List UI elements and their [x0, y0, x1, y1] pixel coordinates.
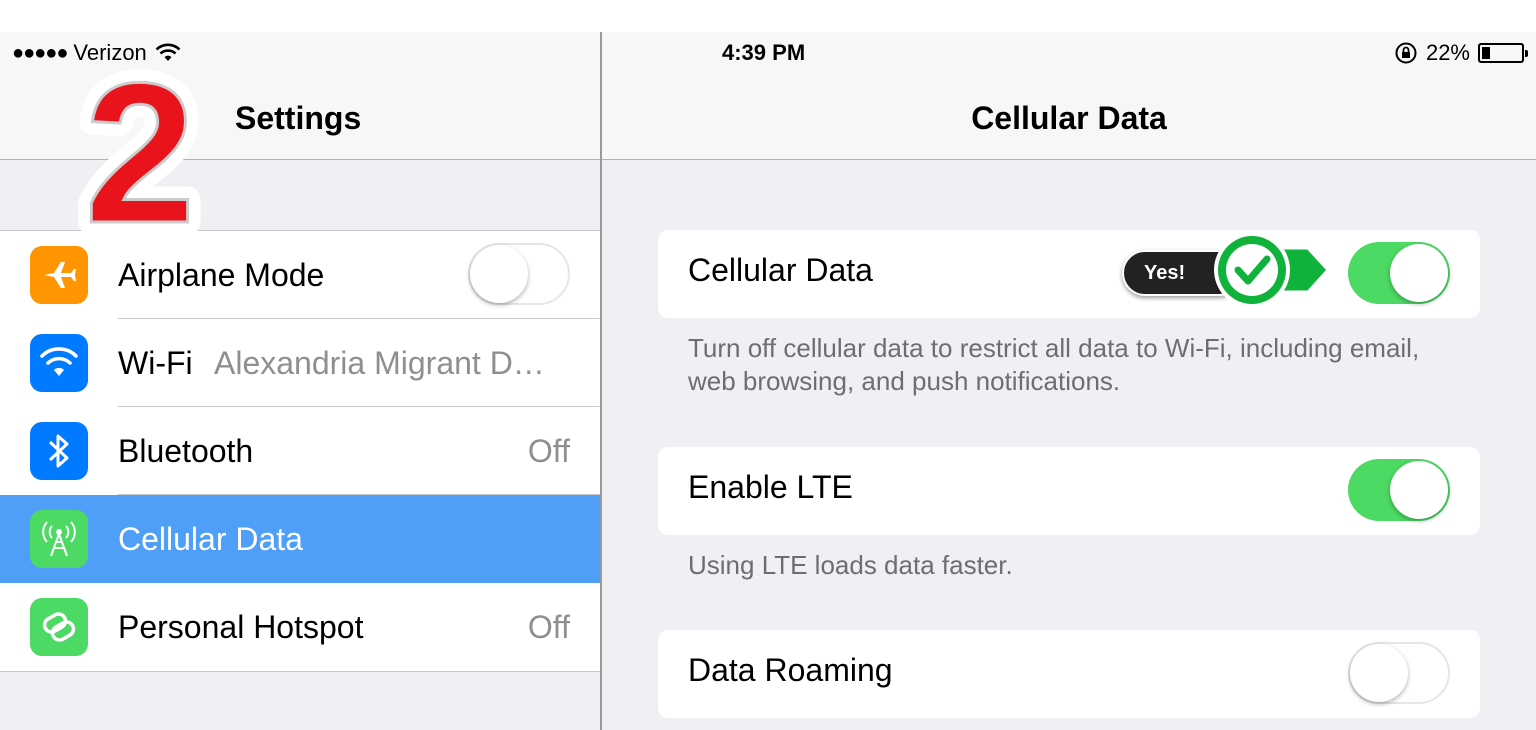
toggle-knob [1390, 461, 1448, 519]
setting-label: Data Roaming [688, 652, 893, 688]
battery-percent: 22% [1425, 40, 1470, 65]
battery-fill [1482, 47, 1490, 59]
sidebar-item-cellular-data[interactable]: Cellular Data [0, 495, 600, 583]
sidebar-title: Settings [235, 100, 362, 136]
toggle-knob [470, 245, 528, 303]
sidebar-item-label: Personal Hotspot [118, 608, 364, 645]
sidebar-item-bluetooth[interactable]: Bluetooth Off [0, 407, 600, 495]
setting-label: Cellular Data [688, 252, 873, 288]
ipad-screen: ●●●●● Verizon 4:39 PM 22% Settings Airpl… [0, 32, 1536, 730]
cellular-data-footnote: Turn off cellular data to restrict all d… [688, 333, 1420, 396]
bluetooth-icon [30, 422, 88, 480]
cellular-data-row: Cellular Data [658, 230, 1480, 318]
wifi-status-icon [155, 43, 181, 61]
bluetooth-status: Off [527, 432, 570, 469]
split-view-divider [600, 32, 602, 730]
hotspot-icon [30, 598, 88, 656]
sidebar-item-label: Bluetooth [118, 432, 254, 469]
checkmark-arrow-icon [1214, 232, 1330, 308]
battery-icon [1478, 43, 1528, 63]
setting-label: Enable LTE [688, 469, 853, 505]
wifi-icon [30, 334, 88, 392]
sidebar-item-label: Airplane Mode [118, 256, 325, 293]
hotspot-status: Off [527, 608, 570, 645]
status-bar: ●●●●● Verizon 4:39 PM 22% [0, 32, 1536, 72]
svg-text:2: 2 [84, 62, 195, 252]
enable-lte-row: Enable LTE [658, 447, 1480, 535]
sidebar-item-wifi[interactable]: Wi-Fi Alexandria Migrant D… [0, 319, 600, 407]
toggle-knob [1350, 644, 1408, 702]
clock: 4:39 PM [722, 40, 806, 65]
airplane-mode-toggle[interactable] [468, 243, 570, 305]
step-number-badge: 2 2 [71, 62, 208, 252]
data-roaming-row: Data Roaming [658, 630, 1480, 718]
airplane-icon [30, 246, 88, 304]
enable-lte-toggle[interactable] [1348, 459, 1450, 521]
data-roaming-toggle[interactable] [1348, 642, 1450, 704]
toggle-knob [1390, 244, 1448, 302]
status-right: 22% [1394, 40, 1528, 66]
settings-list: Airplane Mode Wi-Fi Alexandria Migrant D… [0, 230, 600, 672]
page-title: Cellular Data [971, 100, 1167, 136]
sidebar-item-label: Wi-Fi [118, 344, 193, 381]
cellular-data-toggle[interactable] [1348, 242, 1450, 304]
rotation-lock-icon [1395, 42, 1417, 64]
sidebar-item-label: Cellular Data [118, 520, 303, 557]
cellular-data-detail: Cellular Data Cellular Data Turn off cel… [602, 32, 1536, 730]
antenna-icon [30, 510, 88, 568]
sidebar-item-personal-hotspot[interactable]: Personal Hotspot Off [0, 583, 600, 671]
wifi-network-name: Alexandria Migrant D… [214, 344, 545, 381]
enable-lte-footnote: Using LTE loads data faster. [688, 550, 1013, 580]
